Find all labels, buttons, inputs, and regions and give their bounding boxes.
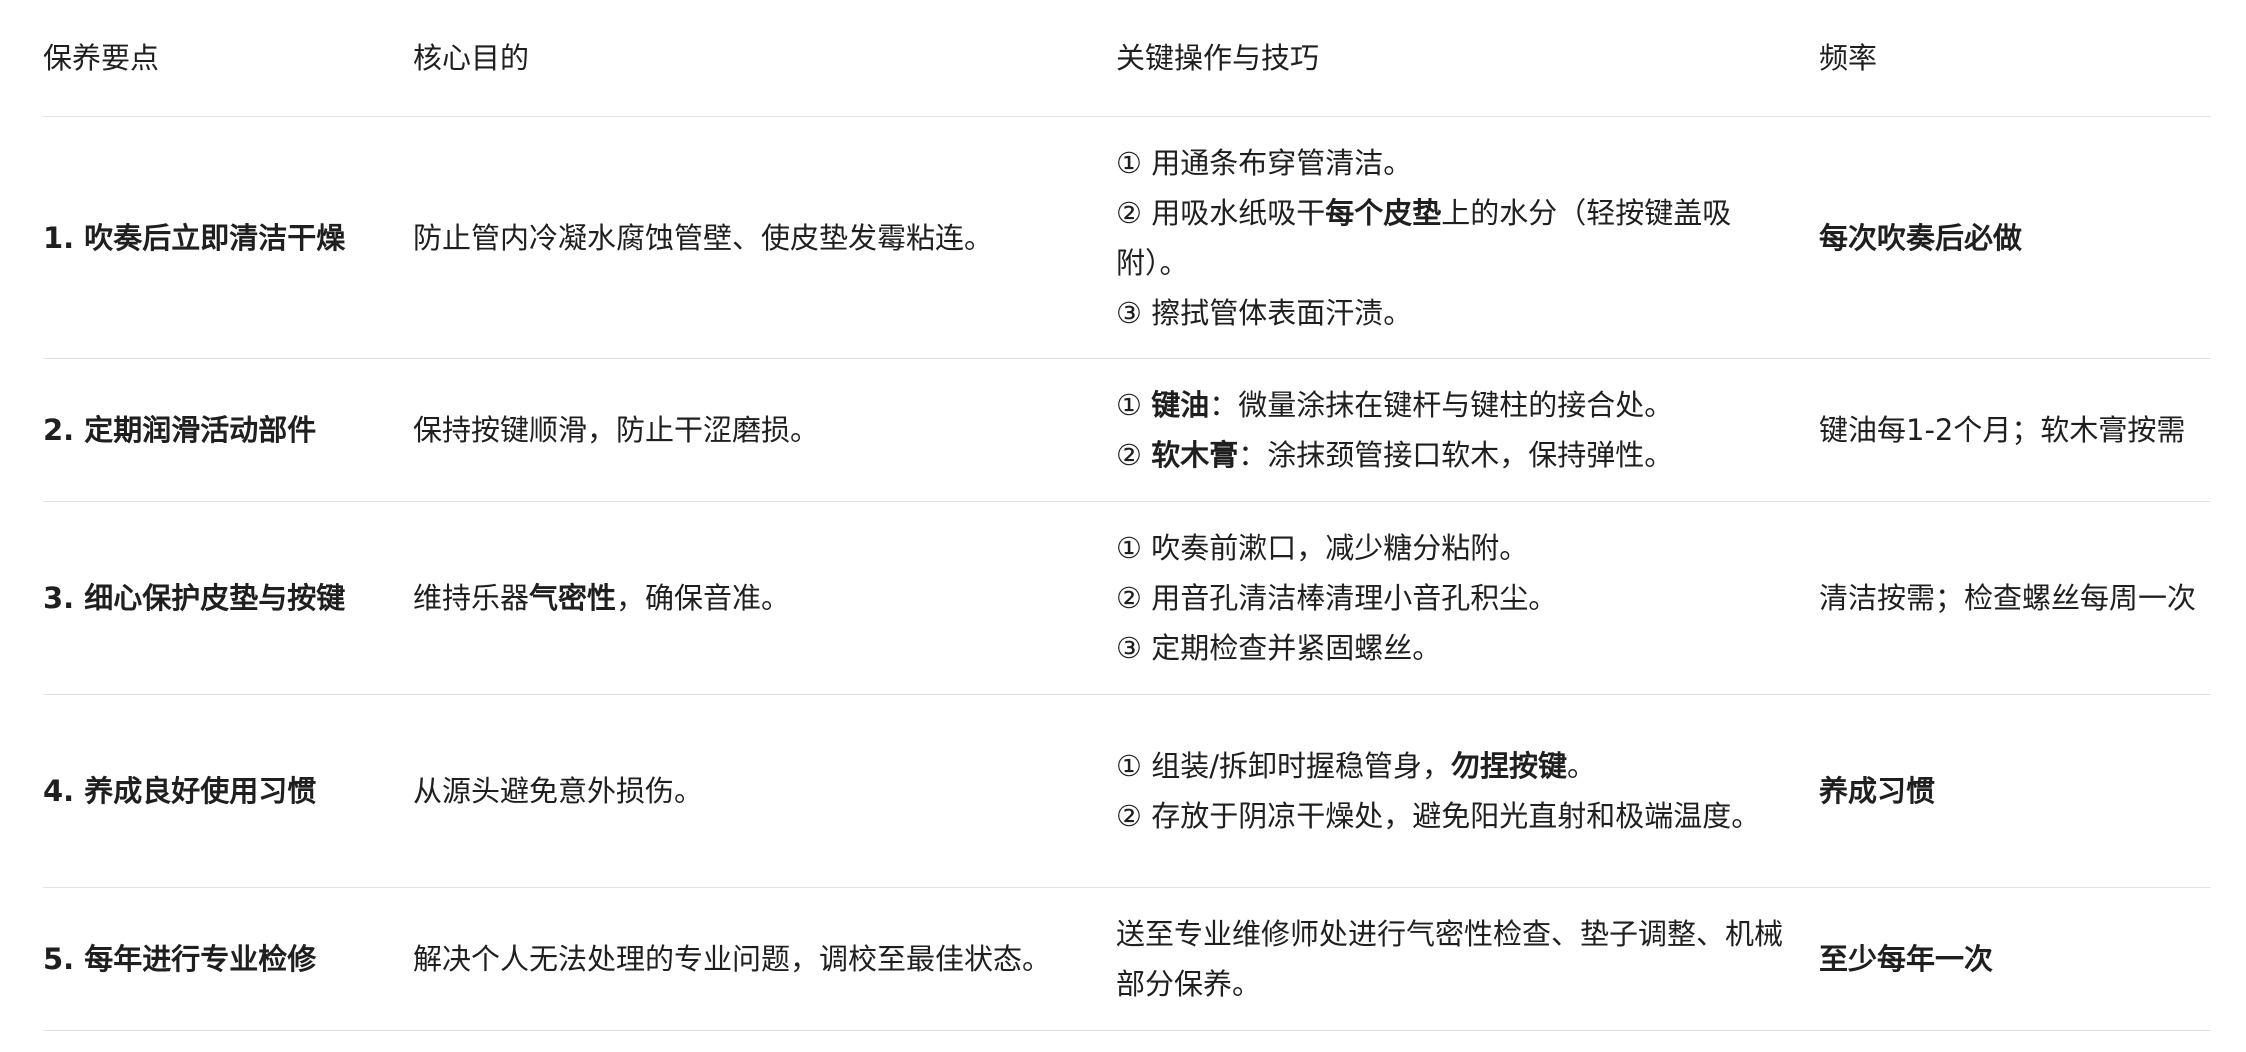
op-line: ② 用吸水纸吸干每个皮垫上的水分（轻按键盖吸附）。 — [1116, 188, 1799, 288]
cell-operations: 送至专业维修师处进行气密性检查、垫子调整、机械部分保养。 — [1116, 887, 1819, 1031]
table-row: 1. 吹奏后立即清洁干燥 防止管内冷凝水腐蚀管壁、使皮垫发霉粘连。 ① 用通条布… — [43, 116, 2211, 359]
maintenance-table: 保养要点 核心目的 关键操作与技巧 频率 1. 吹奏后立即清洁干燥 防止管内冷凝… — [43, 0, 2211, 1031]
cell-purpose: 解决个人无法处理的专业问题，调校至最佳状态。 — [413, 887, 1116, 1031]
cell-point: 5. 每年进行专业检修 — [43, 887, 413, 1031]
purpose-text: ，确保音准。 — [616, 581, 791, 615]
cell-frequency: 养成习惯 — [1819, 694, 2211, 888]
op-line: ② 存放于阴凉干燥处，避免阳光直射和极端温度。 — [1116, 799, 1761, 833]
cell-point: 2. 定期润滑活动部件 — [43, 358, 413, 502]
op-line: ① 键油：微量涂抹在键杆与键柱的接合处。 — [1116, 380, 1799, 430]
op-text: 。 — [1567, 749, 1597, 783]
header-operations: 关键操作与技巧 — [1116, 0, 1819, 117]
cell-point: 4. 养成良好使用习惯 — [43, 694, 413, 888]
cell-purpose: 维持乐器气密性，确保音准。 — [413, 501, 1116, 695]
table-row: 2. 定期润滑活动部件 保持按键顺滑，防止干涩磨损。 ① 键油：微量涂抹在键杆与… — [43, 358, 2211, 502]
cell-purpose: 防止管内冷凝水腐蚀管壁、使皮垫发霉粘连。 — [413, 116, 1116, 359]
op-text: ② — [1116, 438, 1152, 472]
table-body: 1. 吹奏后立即清洁干燥 防止管内冷凝水腐蚀管壁、使皮垫发霉粘连。 ① 用通条布… — [43, 116, 2211, 1031]
purpose-emphasis: 气密性 — [529, 581, 617, 615]
cell-operations: ① 键油：微量涂抹在键杆与键柱的接合处。 ② 软木膏：涂抹颈管接口软木，保持弹性… — [1116, 358, 1819, 502]
cell-frequency: 每次吹奏后必做 — [1819, 116, 2211, 359]
cell-operations: ① 用通条布穿管清洁。 ② 用吸水纸吸干每个皮垫上的水分（轻按键盖吸附）。 ③ … — [1116, 116, 1819, 359]
op-text: ：微量涂抹在键杆与键柱的接合处。 — [1209, 388, 1674, 422]
table-header: 保养要点 核心目的 关键操作与技巧 频率 — [43, 0, 2211, 117]
cell-purpose: 保持按键顺滑，防止干涩磨损。 — [413, 358, 1116, 502]
op-line: ① 吹奏前漱口，减少糖分粘附。 — [1116, 531, 1529, 565]
table-row: 3. 细心保护皮垫与按键 维持乐器气密性，确保音准。 ① 吹奏前漱口，减少糖分粘… — [43, 501, 2211, 695]
op-line: ③ 擦拭管体表面汗渍。 — [1116, 295, 1413, 330]
op-line: ① 用通条布穿管清洁。 — [1116, 145, 1413, 180]
table-row: 4. 养成良好使用习惯 从源头避免意外损伤。 ① 组装/拆卸时握稳管身，勿捏按键… — [43, 694, 2211, 888]
op-emphasis: 勿捏按键 — [1451, 749, 1568, 783]
maintenance-table-container: 保养要点 核心目的 关键操作与技巧 频率 1. 吹奏后立即清洁干燥 防止管内冷凝… — [43, 0, 2211, 1031]
purpose-text: 维持乐器 — [413, 581, 530, 615]
cell-point: 1. 吹奏后立即清洁干燥 — [43, 116, 413, 359]
cell-frequency: 键油每1-2个月；软木膏按需 — [1819, 358, 2211, 502]
op-line: ② 用音孔清洁棒清理小音孔积尘。 — [1116, 581, 1558, 615]
op-text: ② 用吸水纸吸干 — [1116, 195, 1326, 230]
op-emphasis: 每个皮垫 — [1325, 195, 1442, 230]
op-emphasis: 键油 — [1151, 388, 1210, 422]
op-text: ：涂抹颈管接口软木，保持弹性。 — [1238, 438, 1674, 472]
cell-purpose: 从源头避免意外损伤。 — [413, 694, 1116, 888]
table-row: 5. 每年进行专业检修 解决个人无法处理的专业问题，调校至最佳状态。 送至专业维… — [43, 887, 2211, 1031]
op-text: ① 组装/拆卸时握稳管身， — [1116, 749, 1451, 783]
op-text: ① — [1116, 388, 1152, 422]
cell-operations: ① 吹奏前漱口，减少糖分粘附。 ② 用音孔清洁棒清理小音孔积尘。 ③ 定期检查并… — [1116, 501, 1819, 695]
op-emphasis: 软木膏 — [1151, 438, 1239, 472]
header-point: 保养要点 — [43, 0, 413, 117]
cell-frequency: 至少每年一次 — [1819, 887, 2211, 1031]
cell-operations: ① 组装/拆卸时握稳管身，勿捏按键。 ② 存放于阴凉干燥处，避免阳光直射和极端温… — [1116, 694, 1819, 888]
op-line: ① 组装/拆卸时握稳管身，勿捏按键。 — [1116, 741, 1799, 791]
header-purpose: 核心目的 — [413, 0, 1116, 117]
cell-frequency: 清洁按需；检查螺丝每周一次 — [1819, 501, 2211, 695]
header-row: 保养要点 核心目的 关键操作与技巧 频率 — [43, 0, 2211, 117]
cell-point: 3. 细心保护皮垫与按键 — [43, 501, 413, 695]
op-line: ② 软木膏：涂抹颈管接口软木，保持弹性。 — [1116, 430, 1799, 480]
header-frequency: 频率 — [1819, 0, 2211, 117]
op-line: ③ 定期检查并紧固螺丝。 — [1116, 631, 1442, 665]
